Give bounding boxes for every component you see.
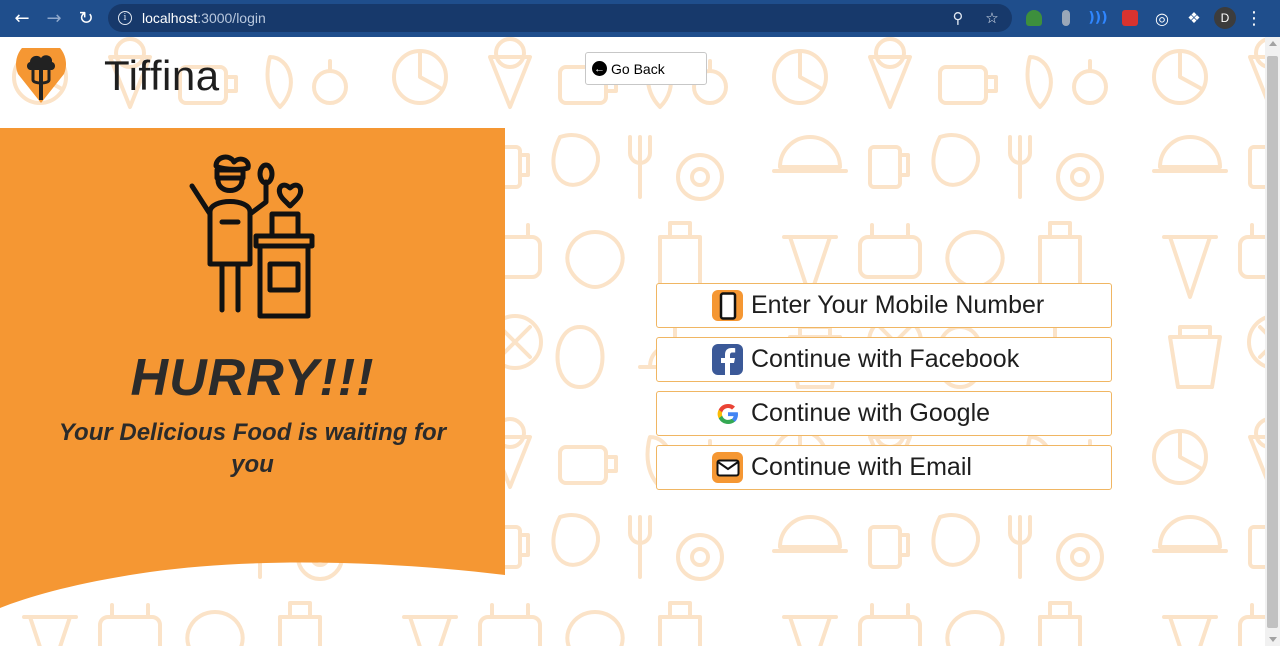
mobile-login-label: Enter Your Mobile Number — [751, 291, 1045, 319]
forward-arrow-icon[interactable]: → — [38, 3, 70, 35]
address-bar[interactable]: i localhost:3000/login ⚲ ☆ — [108, 4, 1012, 32]
email-icon — [712, 452, 743, 483]
go-back-button[interactable]: ← Go Back — [585, 52, 707, 85]
extensions-puzzle-icon[interactable]: ❖ — [1182, 6, 1206, 30]
go-back-label: Go Back — [611, 60, 665, 77]
browser-toolbar: ← → ↻ i localhost:3000/login ⚲ ☆ ))) ◎ ❖… — [0, 0, 1280, 37]
profile-avatar[interactable]: D — [1214, 7, 1236, 29]
extension-bottle-icon[interactable] — [1054, 6, 1078, 30]
mobile-phone-icon — [712, 290, 743, 321]
reload-icon[interactable]: ↻ — [70, 3, 102, 35]
login-page: Tiffina ← Go Back HURRY!!! Your Deliciou… — [0, 37, 1265, 646]
google-icon — [712, 398, 743, 429]
google-login-label: Continue with Google — [751, 399, 991, 427]
facebook-login-label: Continue with Facebook — [751, 345, 1020, 373]
facebook-login-button[interactable]: Continue with Facebook — [656, 337, 1112, 382]
promo-panel: HURRY!!! Your Delicious Food is waiting … — [0, 128, 505, 646]
promo-tagline: Your Delicious Food is waiting for you — [58, 419, 447, 478]
extension-bug-icon[interactable] — [1118, 6, 1142, 30]
extension-wave-icon[interactable]: ))) — [1086, 6, 1110, 30]
arrow-left-circle-icon: ← — [592, 61, 607, 76]
mobile-login-button[interactable]: Enter Your Mobile Number — [656, 283, 1112, 328]
url-text: localhost:3000/login — [142, 10, 266, 26]
brand-name: Tiffina — [104, 52, 220, 99]
google-login-button[interactable]: Continue with Google — [656, 391, 1112, 436]
extension-tree-icon[interactable] — [1022, 6, 1046, 30]
page-scrollbar[interactable] — [1265, 37, 1280, 646]
email-login-label: Continue with Email — [751, 453, 972, 481]
extension-target-icon[interactable]: ◎ — [1150, 6, 1174, 30]
tiffina-logo — [16, 48, 66, 103]
email-login-button[interactable]: Continue with Email — [656, 445, 1112, 490]
scrollbar-thumb[interactable] — [1267, 56, 1278, 628]
scroll-down-icon[interactable] — [1269, 637, 1277, 642]
chef-illustration — [189, 154, 315, 319]
promo-headline: HURRY!!! — [130, 349, 375, 407]
site-info-icon[interactable]: i — [118, 11, 132, 25]
back-arrow-icon[interactable]: ← — [6, 3, 38, 35]
zoom-icon[interactable]: ⚲ — [948, 8, 968, 28]
facebook-icon — [712, 344, 743, 375]
scroll-up-icon[interactable] — [1269, 41, 1277, 46]
bookmark-star-icon[interactable]: ☆ — [982, 8, 1002, 28]
browser-menu-icon[interactable]: ⋮ — [1244, 8, 1264, 29]
